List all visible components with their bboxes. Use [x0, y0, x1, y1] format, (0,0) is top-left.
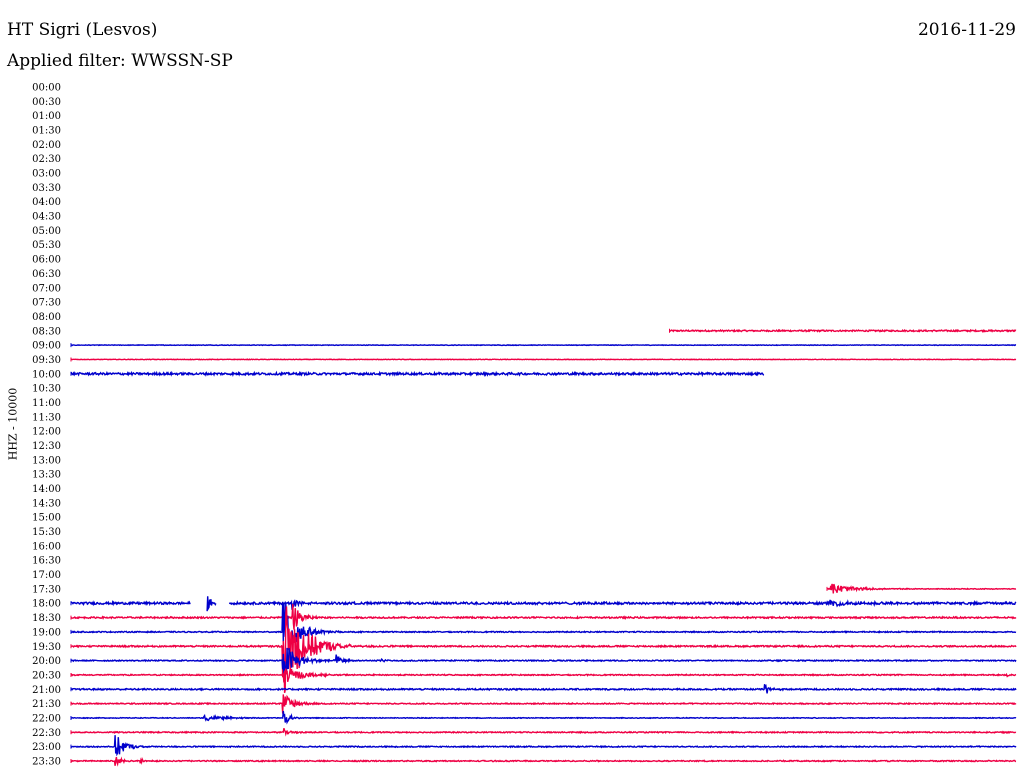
y-tick-label: 12:00	[32, 427, 61, 438]
y-tick-label: 17:30	[32, 584, 61, 595]
y-tick-label: 10:30	[32, 384, 61, 395]
y-tick-labels: 00:00 00:30 01:00 01:30 02:00 02:30 03:00 03:30…	[32, 83, 61, 768]
y-tick-label: 22:00	[32, 713, 61, 724]
y-tick-label: 16:00	[32, 541, 61, 552]
y-tick-label: 14:00	[32, 484, 61, 495]
y-tick-label: 15:00	[32, 513, 61, 524]
y-tick-label: 01:00	[32, 111, 61, 122]
y-tick-label: 03:00	[32, 169, 61, 180]
y-tick-label: 03:30	[32, 183, 61, 194]
y-tick-label: 13:00	[32, 455, 61, 466]
y-tick-label: 11:30	[32, 412, 61, 423]
trace-2230	[70, 727, 1017, 737]
y-tick-label: 20:00	[32, 656, 61, 667]
y-tick-label: 23:00	[32, 742, 61, 753]
y-tick-label: 12:30	[32, 441, 61, 452]
trace-2030	[70, 668, 1017, 683]
y-tick-label: 00:00	[32, 83, 61, 94]
y-tick-label: 19:30	[32, 642, 61, 653]
trace-1830	[70, 603, 1017, 630]
y-tick-label: 14:30	[32, 498, 61, 509]
y-tick-label: 06:00	[32, 255, 61, 266]
trace-2100	[71, 684, 1017, 694]
trace-1800	[206, 596, 217, 612]
trace-2330	[70, 756, 1017, 767]
y-tick-label: 19:00	[32, 627, 61, 638]
y-tick-label: 23:30	[32, 756, 61, 767]
y-tick-label: 20:30	[32, 670, 61, 681]
y-tick-label: 05:00	[32, 226, 61, 237]
y-tick-label: 04:00	[32, 197, 61, 208]
y-tick-label: 18:00	[32, 599, 61, 610]
y-tick-label: 04:30	[32, 212, 61, 223]
y-tick-label: 01:30	[32, 126, 61, 137]
y-tick-label: 08:00	[32, 312, 61, 323]
trace-1900	[70, 601, 1017, 648]
y-tick-label: 09:30	[32, 355, 61, 366]
y-tick-label: 02:30	[32, 154, 61, 165]
y-tick-label: 09:00	[32, 341, 61, 352]
y-tick-label: 02:00	[32, 140, 61, 151]
y-tick-label: 22:30	[32, 728, 61, 739]
y-tick-label: 10:00	[32, 369, 61, 380]
trace-0930	[71, 358, 1017, 361]
y-tick-label: 15:30	[32, 527, 61, 538]
y-tick-label: 21:00	[32, 685, 61, 696]
y-tick-label: 18:30	[32, 613, 61, 624]
y-tick-label: 07:30	[32, 298, 61, 309]
trace-1730	[826, 583, 1017, 594]
trace-2000	[70, 647, 1017, 677]
trace-1000	[70, 370, 765, 378]
seismic-traces	[70, 328, 1017, 767]
trace-1800	[228, 599, 1017, 610]
y-tick-label: 17:00	[32, 570, 61, 581]
trace-0900	[70, 343, 1017, 347]
trace-1800	[70, 599, 191, 607]
y-tick-label: 11:00	[32, 398, 61, 409]
trace-0830	[669, 328, 1017, 333]
y-tick-label: 21:30	[32, 699, 61, 710]
y-tick-label: 06:30	[32, 269, 61, 280]
helicorder-plot: 00:00 00:30 01:00 01:30 02:00 02:30 03:00 03:30…	[32, 83, 1017, 768]
trace-2130	[70, 694, 1017, 714]
y-tick-label: 08:30	[32, 326, 61, 337]
trace-1930	[70, 606, 1017, 693]
trace-2200	[71, 710, 1017, 725]
y-tick-label: 00:30	[32, 97, 61, 108]
y-tick-label: 07:00	[32, 283, 61, 294]
y-tick-label: 13:30	[32, 470, 61, 481]
y-tick-label: 05:30	[32, 240, 61, 251]
y-tick-label: 16:30	[32, 556, 61, 567]
trace-2300	[70, 735, 1017, 757]
